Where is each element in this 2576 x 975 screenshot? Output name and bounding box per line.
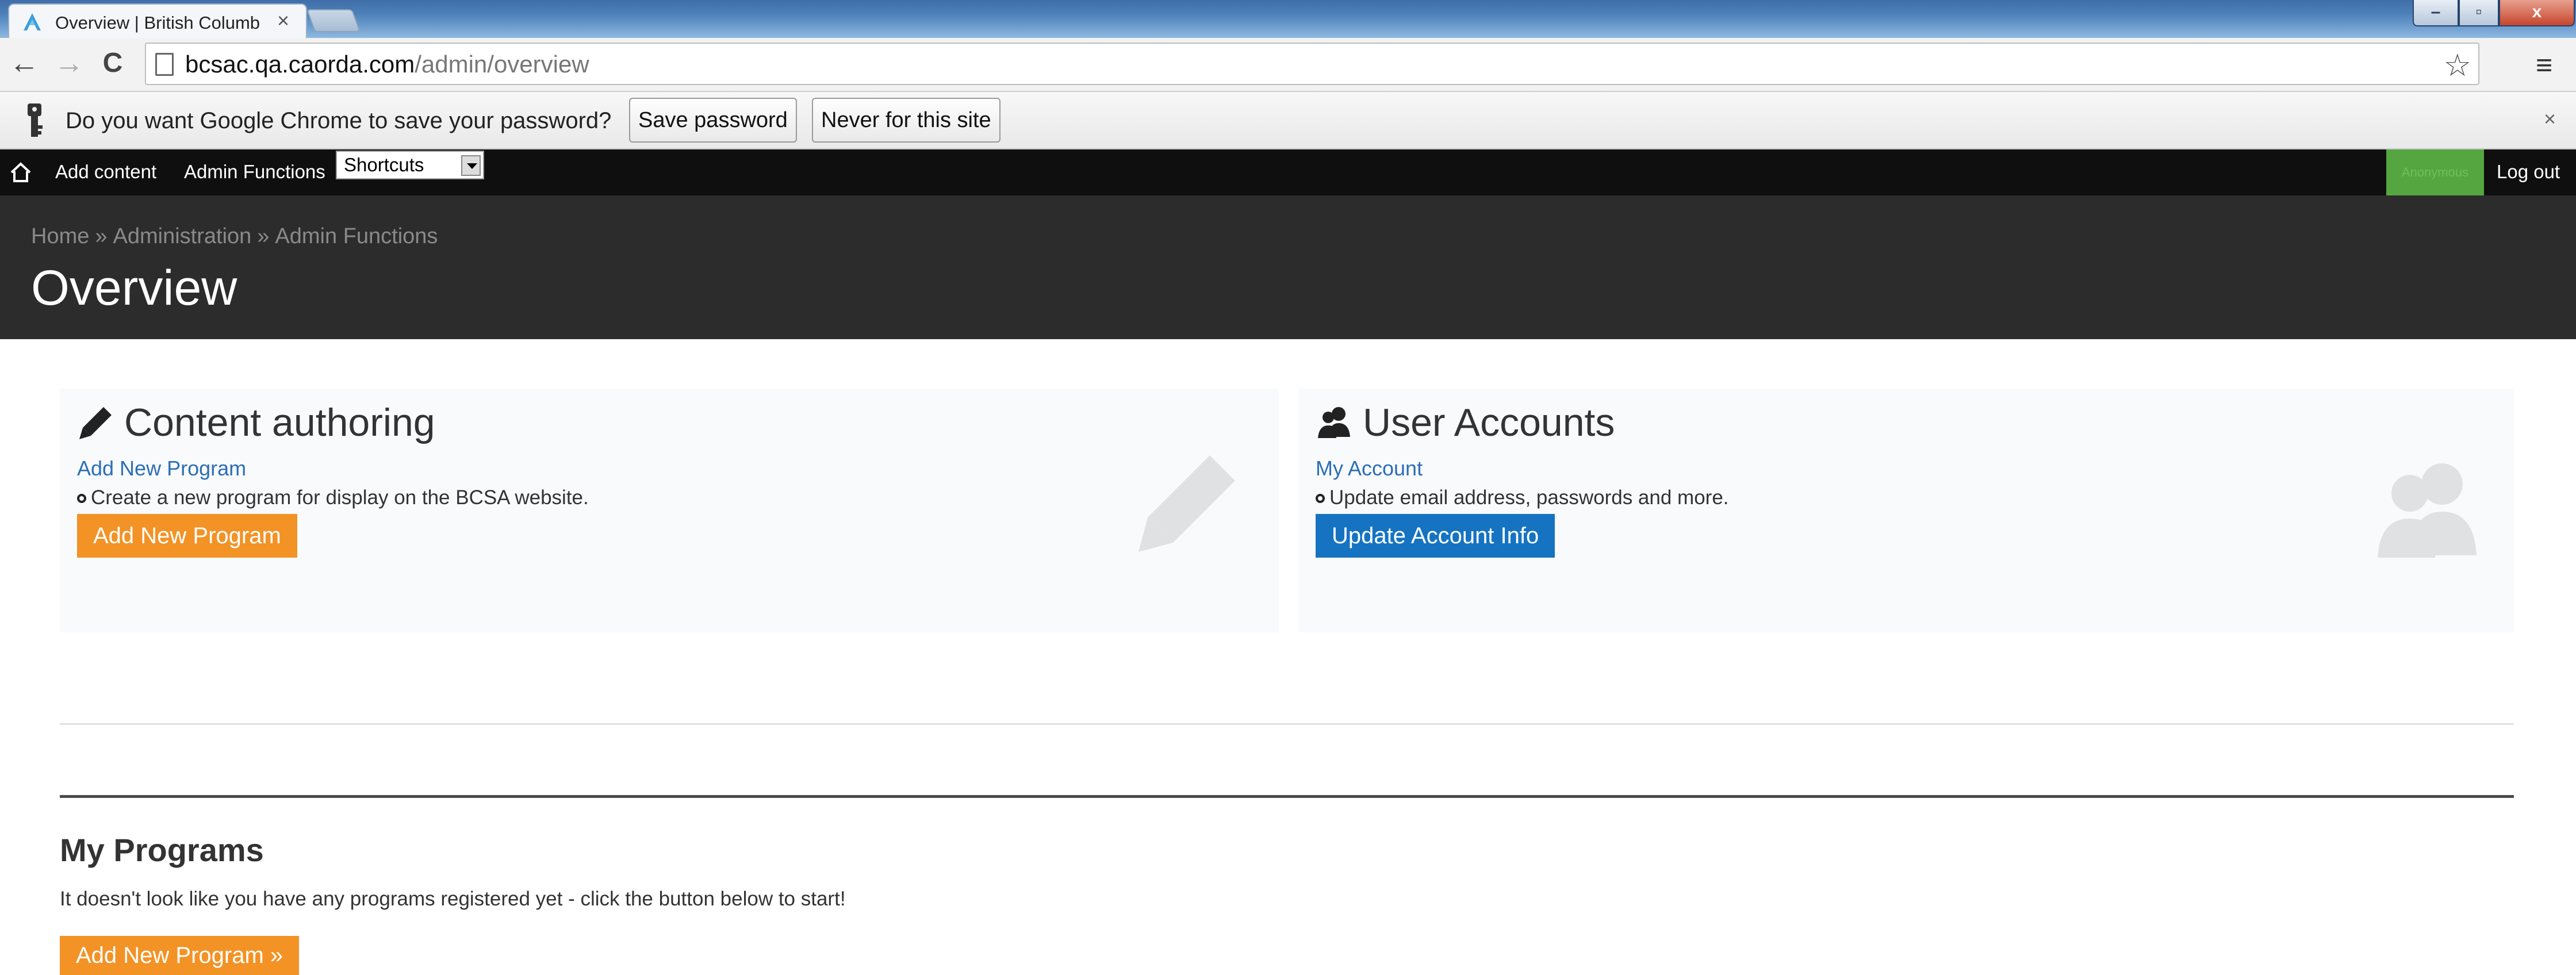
breadcrumb-administration[interactable]: Administration [113,224,252,248]
content-authoring-panel: Content authoring Add New Program Create… [60,389,1279,632]
shortcuts-label: Shortcuts [344,154,424,175]
infobar-message: Do you want Google Chrome to save your p… [66,108,612,133]
never-for-this-site-button[interactable]: Never for this site [812,98,1000,143]
user-accounts-panel: User Accounts My Account Update email ad… [1298,389,2514,632]
add-content-link[interactable]: Add content [55,161,156,183]
bullet-icon [1316,494,1325,503]
admin-toolbar: Add content Admin Functions Shortcuts An… [0,149,2576,195]
divider [60,795,2514,798]
breadcrumb: Home» Administration» Admin Functions [31,224,438,249]
pencil-icon [79,407,112,439]
pencil-watermark-icon [1138,455,1235,552]
panel-header: Content authoring [77,400,435,445]
maximize-icon: ▫ [2475,2,2482,21]
browser-tab-active[interactable]: Overview | British Columb × [8,3,307,38]
panel-description-text: Create a new program for display on the … [91,486,589,509]
users-watermark-icon [2378,463,2477,558]
update-account-info-button[interactable]: Update Account Info [1316,514,1555,558]
my-account-link[interactable]: My Account [1316,456,1423,481]
breadcrumb-separator: » [257,224,270,248]
bookmark-star-icon[interactable]: ☆ [2444,47,2471,83]
panel-header: User Accounts [1316,400,1615,445]
user-account-badge[interactable]: Anonymous [2386,149,2484,195]
tab-title: Overview | British Columb [55,13,260,33]
add-new-program-link[interactable]: Add New Program [77,456,246,481]
url-path: /admin/overview [415,51,589,78]
admin-functions-link[interactable]: Admin Functions [184,161,325,183]
window-close-button[interactable]: x [2499,0,2575,26]
panel-description-text: Update email address, passwords and more… [1329,486,1729,509]
shortcuts-select[interactable]: Shortcuts [336,151,484,179]
home-icon[interactable] [9,161,32,184]
panel-title: Content authoring [124,401,435,444]
infobar-close-icon[interactable]: × [2544,107,2556,131]
tab-close-icon[interactable]: × [277,9,289,32]
chevron-down-icon [461,155,481,176]
add-new-program-button[interactable]: Add New Program [77,514,297,558]
divider [60,723,2514,725]
panel-description: Update email address, passwords and more… [1316,486,1729,509]
add-new-program-cta-button[interactable]: Add New Program » [60,936,300,975]
window-maximize-button[interactable]: ▫ [2459,0,2499,26]
back-arrow-icon[interactable]: ← [8,47,40,79]
browser-menu-icon[interactable]: ≡ [2536,48,2552,82]
breadcrumb-admin-functions[interactable]: Admin Functions [275,224,438,248]
key-icon [28,103,43,137]
window-minimize-button[interactable]: – [2413,0,2459,26]
page-header: Home» Administration» Admin Functions Over… [0,195,2576,339]
url-host: bcsac.qa.caorda.com [185,51,415,78]
bullet-icon [77,494,86,503]
panel-title: User Accounts [1363,401,1615,444]
reload-icon[interactable]: C [97,47,129,79]
panel-description: Create a new program for display on the … [77,486,589,509]
users-icon [1318,407,1350,438]
save-password-infobar: Do you want Google Chrome to save your p… [0,92,2576,149]
forward-arrow-icon[interactable]: → [53,47,85,79]
breadcrumb-home[interactable]: Home [31,224,89,248]
url-text: bcsac.qa.caorda.com/admin/overview [185,51,589,78]
close-icon: x [2532,2,2542,21]
logout-link[interactable]: Log out [2497,161,2560,183]
address-bar[interactable]: bcsac.qa.caorda.com/admin/overview ☆ [145,43,2479,85]
browser-title-bar: Overview | British Columb × – ▫ x [0,0,2576,38]
save-password-button[interactable]: Save password [629,98,797,143]
browser-toolbar: ← → C bcsac.qa.caorda.com/admin/overview… [0,38,2576,92]
no-programs-message: It doesn't look like you have any progra… [60,888,846,910]
breadcrumb-separator: » [95,224,108,248]
page-title: Overview [31,260,237,316]
my-programs-heading: My Programs [60,832,264,868]
site-favicon-icon [24,13,41,30]
minimize-icon: – [2431,2,2441,21]
page-icon [155,53,174,76]
new-tab-button[interactable] [306,9,361,32]
